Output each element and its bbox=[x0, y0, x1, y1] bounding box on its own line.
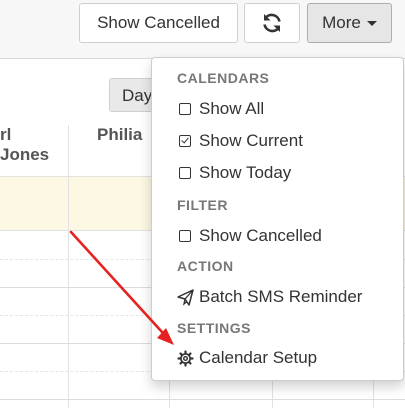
show-cancelled-label: Show Cancelled bbox=[97, 13, 220, 32]
menu-item-show-today[interactable]: Show Today bbox=[179, 161, 291, 185]
checkbox-icon bbox=[179, 230, 191, 242]
more-label: More bbox=[322, 13, 361, 32]
menu-item-label: Batch SMS Reminder bbox=[199, 287, 363, 306]
more-dropdown-menu: CALENDARS Show All Show Current Show Tod… bbox=[151, 57, 404, 381]
menu-item-label: Calendar Setup bbox=[199, 348, 318, 367]
menu-item-label: Show Today bbox=[199, 163, 292, 182]
top-toolbar: Show Cancelled More bbox=[0, 0, 405, 59]
time-slot-line bbox=[0, 399, 405, 400]
caret-down-icon bbox=[366, 20, 377, 26]
column-header: rl Jones bbox=[0, 125, 69, 175]
show-cancelled-button[interactable]: Show Cancelled bbox=[79, 3, 238, 43]
menu-item-label: Show All bbox=[199, 99, 265, 118]
menu-item-label: Show Cancelled bbox=[199, 226, 322, 245]
day-view-label: Day bbox=[122, 86, 153, 105]
menu-item-show-all[interactable]: Show All bbox=[179, 97, 264, 121]
gear-icon bbox=[177, 349, 194, 367]
column-header-label: Philia bbox=[97, 125, 143, 144]
column-header-label: rl Jones bbox=[0, 125, 50, 164]
menu-item-batch-sms[interactable]: Batch SMS Reminder bbox=[177, 285, 362, 309]
checkbox-icon bbox=[179, 167, 191, 179]
section-header-filter: FILTER bbox=[177, 197, 228, 213]
column-divider bbox=[68, 125, 69, 408]
checkbox-icon bbox=[179, 103, 191, 115]
refresh-button[interactable] bbox=[244, 3, 300, 43]
refresh-icon bbox=[260, 11, 284, 35]
paper-plane-icon bbox=[177, 288, 194, 306]
section-header-calendars: CALENDARS bbox=[177, 70, 270, 86]
checkbox-checked-icon bbox=[179, 135, 191, 147]
menu-item-label: Show Current bbox=[199, 131, 303, 150]
section-header-settings: SETTINGS bbox=[177, 320, 252, 336]
section-header-action: ACTION bbox=[177, 258, 234, 274]
menu-item-calendar-setup[interactable]: Calendar Setup bbox=[177, 346, 317, 370]
more-dropdown-button[interactable]: More bbox=[307, 3, 392, 43]
menu-item-show-current[interactable]: Show Current bbox=[179, 129, 303, 153]
menu-item-show-cancelled[interactable]: Show Cancelled bbox=[179, 224, 322, 248]
